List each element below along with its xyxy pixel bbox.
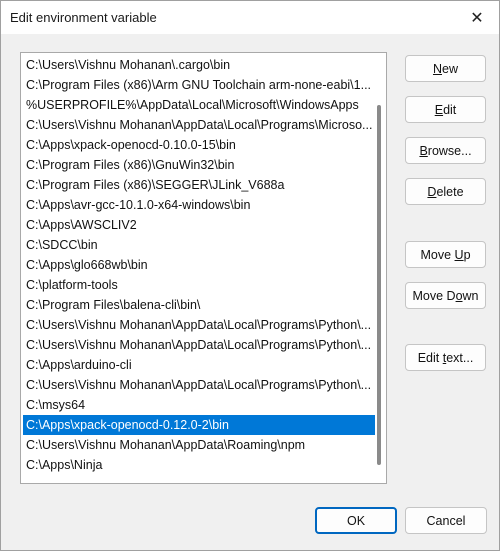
- path-list-item[interactable]: C:\msys64: [23, 395, 375, 415]
- path-list-item[interactable]: C:\Users\Vishnu Mohanan\.cargo\bin: [23, 55, 375, 75]
- move-up-button-label-pre: Move: [420, 248, 455, 262]
- scrollbar-thumb[interactable]: [377, 105, 381, 465]
- path-list-item[interactable]: C:\Program Files (x86)\Arm GNU Toolchain…: [23, 75, 375, 95]
- path-list-item[interactable]: C:\Program Files\balena-cli\bin\: [23, 295, 375, 315]
- edit-text-button-label-pre: Edit: [417, 351, 443, 365]
- path-list-item[interactable]: C:\Program Files (x86)\SEGGER\JLink_V688…: [23, 175, 375, 195]
- path-list-item[interactable]: C:\Program Files (x86)\GnuWin32\bin: [23, 155, 375, 175]
- path-list-item[interactable]: C:\Users\Vishnu Mohanan\AppData\Local\Pr…: [23, 315, 375, 335]
- move-up-button[interactable]: Move Up: [405, 241, 486, 268]
- path-list-item[interactable]: %USERPROFILE%\AppData\Local\Microsoft\Wi…: [23, 95, 375, 115]
- browse-button-label-post: rowse...: [427, 144, 472, 158]
- path-list[interactable]: C:\Users\Vishnu Mohanan\.cargo\bin C:\Pro…: [20, 52, 387, 484]
- path-list-item[interactable]: C:\Users\Vishnu Mohanan\AppData\Local\Pr…: [23, 115, 375, 135]
- ok-button[interactable]: OK: [315, 507, 397, 534]
- path-list-item[interactable]: C:\Apps\Ninja: [23, 455, 375, 475]
- edit-button[interactable]: Edit: [405, 96, 486, 123]
- move-down-button-label-pre: Move D: [412, 289, 456, 303]
- browse-button[interactable]: Browse...: [405, 137, 486, 164]
- new-button-label-post: ew: [442, 62, 458, 76]
- cancel-button[interactable]: Cancel: [405, 507, 487, 534]
- path-list-rows: C:\Users\Vishnu Mohanan\.cargo\bin C:\Pro…: [23, 55, 375, 475]
- path-list-item[interactable]: C:\Apps\xpack-openocd-0.10.0-15\bin: [23, 135, 375, 155]
- move-up-button-label-post: p: [463, 248, 471, 262]
- vertical-scrollbar[interactable]: [375, 55, 383, 481]
- path-list-item[interactable]: C:\Users\Vishnu Mohanan\AppData\Local\Pr…: [23, 335, 375, 355]
- path-list-item-selected[interactable]: C:\Apps\xpack-openocd-0.12.0-2\bin: [23, 415, 375, 435]
- edit-button-label-post: dit: [443, 103, 457, 117]
- edit-button-accesskey: E: [434, 103, 444, 117]
- move-up-button-accesskey: U: [454, 248, 464, 262]
- path-list-item[interactable]: C:\Users\Vishnu Mohanan\AppData\Local\Pr…: [23, 375, 375, 395]
- path-list-item[interactable]: C:\SDCC\bin: [23, 235, 375, 255]
- path-list-item[interactable]: C:\Apps\AWSCLIV2: [23, 215, 375, 235]
- edit-text-button-label-post: ext...: [446, 351, 474, 365]
- path-list-item[interactable]: C:\platform-tools: [23, 275, 375, 295]
- edit-environment-variable-dialog: Edit environment variable ✕ C:\Users\Vis…: [0, 0, 500, 551]
- new-button[interactable]: New: [405, 55, 486, 82]
- move-down-button-label-post: wn: [462, 289, 479, 303]
- move-down-button-accesskey: o: [455, 289, 463, 303]
- browse-button-accesskey: B: [419, 144, 428, 158]
- close-icon[interactable]: ✕: [465, 7, 489, 29]
- delete-button[interactable]: Delete: [405, 178, 486, 205]
- delete-button-label-post: elete: [436, 185, 464, 199]
- path-list-item[interactable]: C:\Apps\glo668wb\bin: [23, 255, 375, 275]
- new-button-accesskey: N: [432, 62, 443, 76]
- edit-text-button[interactable]: Edit text...: [405, 344, 486, 371]
- title-bar: Edit environment variable ✕: [1, 1, 499, 34]
- path-list-item[interactable]: C:\Apps\arduino-cli: [23, 355, 375, 375]
- path-list-item[interactable]: C:\Apps\avr-gcc-10.1.0-x64-windows\bin: [23, 195, 375, 215]
- dialog-title: Edit environment variable: [10, 10, 157, 25]
- path-list-item[interactable]: C:\Users\Vishnu Mohanan\AppData\Roaming\…: [23, 435, 375, 455]
- move-down-button[interactable]: Move Down: [405, 282, 486, 309]
